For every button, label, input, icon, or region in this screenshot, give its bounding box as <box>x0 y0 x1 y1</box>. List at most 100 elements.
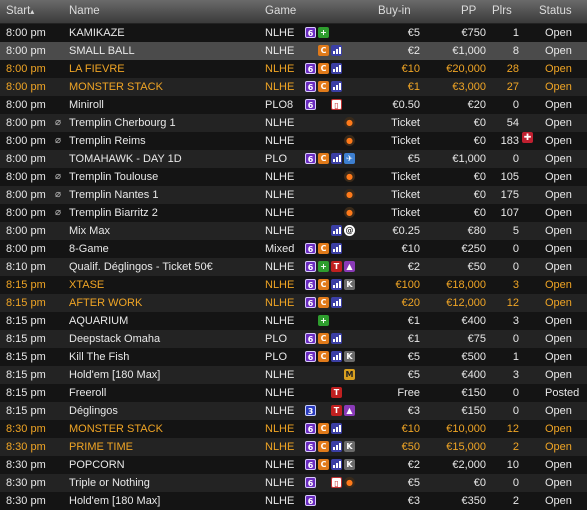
buyin-value: €5 <box>407 477 420 489</box>
bomb-icon: ● <box>344 171 355 182</box>
six-icon: 6 <box>305 441 316 452</box>
status-text: Open <box>545 369 572 381</box>
tournament-row[interactable]: 8:10 pm Qualif. Déglingos - Ticket 50€ NLH… <box>0 258 587 276</box>
tournament-name: AQUARIUM <box>69 315 129 327</box>
players-count: 175 <box>500 189 519 201</box>
col-pp-header[interactable]: PP <box>461 5 476 17</box>
start-time: 8:00 pm <box>6 225 46 237</box>
status-text: Open <box>545 297 572 309</box>
six-icon: 6 <box>305 63 316 74</box>
tournament-row[interactable]: 8:00 pm LA FIEVRE NLHE 6 C €10 €20,000 28 Open <box>0 60 587 78</box>
tournament-list: 8:00 pm KAMIKAZE NLHE 6 + €5 €750 1 Open 8:00 pm S… <box>0 24 587 510</box>
prize-pool-value: €1,000 <box>452 45 486 57</box>
buyin-value: €2 <box>407 459 420 471</box>
prize-pool-value: €20,000 <box>446 63 486 75</box>
game-type: NLHE <box>265 261 295 273</box>
tournament-row[interactable]: 8:00 pm 8-Game Mixed 6 C €10 €250 0 Open <box>0 240 587 258</box>
status-text: Open <box>545 99 572 111</box>
tournament-row[interactable]: 8:30 pm Hold'em [180 Max] NLHE 6 €3 €350 2 Open <box>0 492 587 510</box>
bomb-icon: ● <box>344 207 355 218</box>
game-type: NLHE <box>265 225 295 237</box>
tournament-row[interactable]: 8:00 pm ⌀ Tremplin Nantes 1 NLHE ● Ticket €0 17… <box>0 186 587 204</box>
tournament-row[interactable]: 8:00 pm Mix Max NLHE @ €0.25 €80 5 Open <box>0 222 587 240</box>
tournament-row[interactable]: 8:30 pm POPCORN NLHE 6 C K €2 €2,000 10 Open <box>0 456 587 474</box>
status-text: Open <box>545 279 572 291</box>
tournament-row[interactable]: 8:00 pm ⌀ Tremplin Reims NLHE ● Ticket €0 183 ✚ O… <box>0 132 587 150</box>
prize-pool-value: €0 <box>473 477 486 489</box>
tournament-row[interactable]: 8:00 pm ⌀ Tremplin Cherbourg 1 NLHE ● Ticket €… <box>0 114 587 132</box>
players-count: 8 <box>512 45 519 57</box>
col-buyin-header[interactable]: Buy-in <box>378 5 411 17</box>
tournament-row[interactable]: 8:00 pm Miniroll PLO8 6 ▯ €0.50 €20 0 Open <box>0 96 587 114</box>
tournament-row[interactable]: 8:00 pm MONSTER STACK NLHE 6 C €1 €3,000 27 Open <box>0 78 587 96</box>
cash-icon: C <box>318 441 329 452</box>
bomb-icon: ● <box>344 117 355 128</box>
tournament-name: LA FIEVRE <box>69 63 125 75</box>
six-icon: 6 <box>305 477 316 488</box>
status-text: Open <box>545 405 572 417</box>
col-plrs-header[interactable]: Plrs <box>492 5 512 17</box>
col-status-header[interactable]: Status <box>539 5 572 17</box>
buyin-value: Ticket <box>391 207 420 219</box>
tournament-row[interactable]: 8:15 pm Déglingos NLHE 3 T ▲ €3 €150 0 Open <box>0 402 587 420</box>
tournament-row[interactable]: 8:00 pm ⌀ Tremplin Toulouse NLHE ● Ticket €0 10… <box>0 168 587 186</box>
tournament-name: Hold'em [180 Max] <box>69 369 161 381</box>
col-name-header[interactable]: Name <box>69 5 100 17</box>
tournament-row[interactable]: 8:15 pm AQUARIUM NLHE + €1 €400 3 Open <box>0 312 587 330</box>
tournament-row[interactable]: 8:15 pm Hold'em [180 Max] NLHE M €5 €400 3 Open <box>0 366 587 384</box>
tournament-row[interactable]: 8:15 pm Deepstack Omaha PLO 6 C €1 €75 0 Open <box>0 330 587 348</box>
prize-pool-value: €0 <box>473 207 486 219</box>
tournament-name: POPCORN <box>69 459 125 471</box>
buyin-value: €3 <box>407 405 420 417</box>
players-count: 1 <box>512 351 519 363</box>
buyin-value: €5 <box>407 153 420 165</box>
tournament-row[interactable]: 8:30 pm MONSTER STACK NLHE 6 C €10 €10,000 12 Op… <box>0 420 587 438</box>
start-time: 8:10 pm <box>6 261 46 273</box>
tournament-row[interactable]: 8:00 pm SMALL BALL NLHE C €2 €1,000 8 Open <box>0 42 587 60</box>
game-type: NLHE <box>265 369 295 381</box>
triangle-icon: ▲ <box>344 405 355 416</box>
players-count: 3 <box>512 369 519 381</box>
tournament-row[interactable]: 8:00 pm KAMIKAZE NLHE 6 + €5 €750 1 Open <box>0 24 587 42</box>
cash-icon: C <box>318 63 329 74</box>
tournament-row[interactable]: 8:00 pm TOMAHAWK - DAY 1D PLO 6 C ✈ €5 €1,000 0 O… <box>0 150 587 168</box>
t-icon: T <box>331 387 342 398</box>
k-icon: K <box>344 459 355 470</box>
start-time: 8:00 pm <box>6 171 46 183</box>
ticket-icon: ⌀ <box>55 171 62 182</box>
tournament-row[interactable]: 8:30 pm PRIME TIME NLHE 6 C K €50 €15,000 2 Open <box>0 438 587 456</box>
plus-icon: + <box>318 261 329 272</box>
status-text: Open <box>545 477 572 489</box>
tournament-name: 8-Game <box>69 243 109 255</box>
game-type: NLHE <box>265 423 295 435</box>
prize-pool-value: €400 <box>461 369 486 381</box>
game-type: NLHE <box>265 495 295 507</box>
cash-icon: C <box>318 45 329 56</box>
six-icon: 6 <box>305 333 316 344</box>
start-time: 8:30 pm <box>6 459 46 471</box>
bomb-icon: ● <box>344 189 355 200</box>
game-type: NLHE <box>265 477 295 489</box>
tournament-row[interactable]: 8:30 pm Triple or Nothing NLHE 6 ▯ ● €5 €0 0 Open <box>0 474 587 492</box>
status-text: Open <box>545 81 572 93</box>
col-start-header[interactable]: Start▴ <box>6 5 34 17</box>
prize-pool-value: €1,000 <box>452 153 486 165</box>
spiral-icon: @ <box>344 225 355 236</box>
tournament-row[interactable]: 8:15 pm AFTER WORK NLHE 6 C €20 €12,000 12 Open <box>0 294 587 312</box>
triangle-icon: ▲ <box>344 261 355 272</box>
tournament-row[interactable]: 8:15 pm Kill The Fish PLO 6 C K €5 €500 1 Open <box>0 348 587 366</box>
tournament-name: Triple or Nothing <box>69 477 150 489</box>
prize-pool-value: €750 <box>461 27 486 39</box>
players-count: 0 <box>512 153 519 165</box>
players-count: 105 <box>500 171 519 183</box>
buyin-value: €2 <box>407 45 420 57</box>
ticket-icon: ⌀ <box>55 207 62 218</box>
tournament-name: Qualif. Déglingos - Ticket 50€ <box>69 261 213 273</box>
tournament-row[interactable]: 8:15 pm Freeroll NLHE T Free €150 0 Posted <box>0 384 587 402</box>
prize-pool-value: €10,000 <box>446 423 486 435</box>
col-game-header[interactable]: Game <box>265 5 296 17</box>
tournament-row[interactable]: 8:15 pm XTASE NLHE 6 C K €100 €18,000 3 Open <box>0 276 587 294</box>
tournament-row[interactable]: 8:00 pm ⌀ Tremplin Biarritz 2 NLHE ● Ticket €0… <box>0 204 587 222</box>
buyin-value: €1 <box>407 315 420 327</box>
bomb-icon: ● <box>344 477 355 488</box>
